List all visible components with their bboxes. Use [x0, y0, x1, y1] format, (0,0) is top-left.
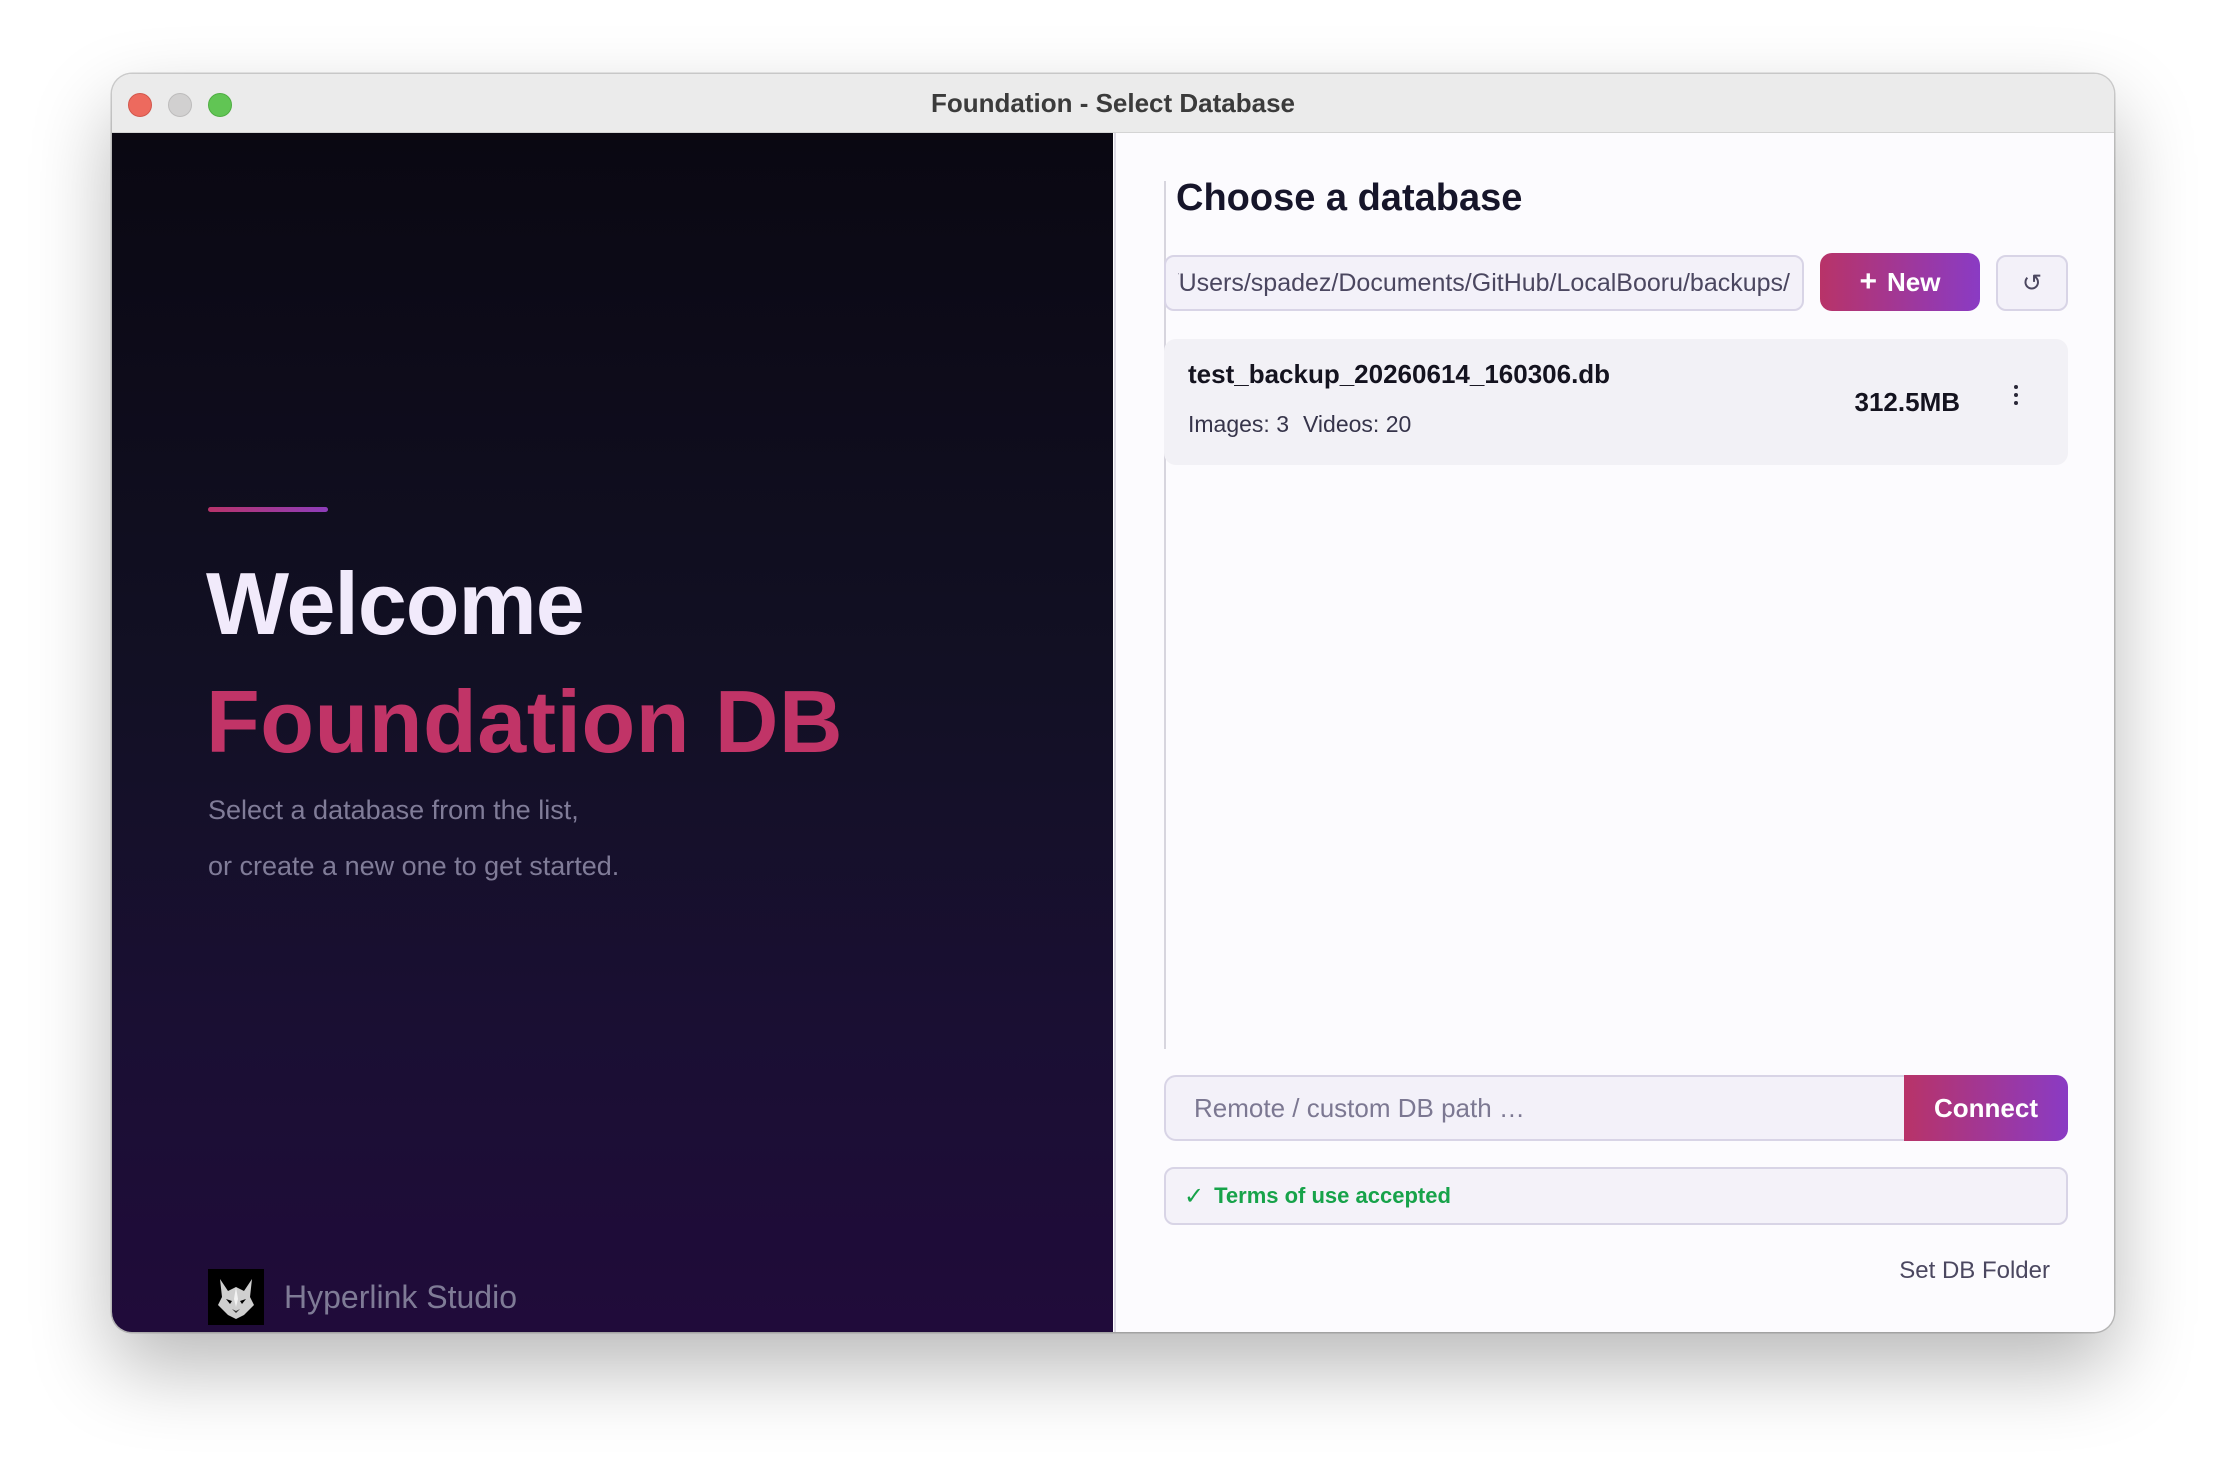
panel-heading: Choose a database [1176, 177, 1523, 219]
new-button-label: New [1887, 266, 1941, 297]
checkmark-icon: ✓ [1184, 1182, 1205, 1210]
brand-title: Foundation DB [206, 672, 844, 771]
connect-button[interactable]: Connect [1904, 1075, 2068, 1141]
welcome-heading: Welcome [206, 554, 585, 653]
title-bar: Foundation - Select Database [112, 74, 2114, 133]
remote-db-path-input[interactable] [1164, 1075, 1904, 1141]
terms-status: ✓ Terms of use accepted [1164, 1167, 2068, 1225]
list-divider [1164, 181, 1166, 1049]
new-database-button[interactable]: + New [1820, 253, 1980, 311]
subtitle-line-1: Select a database from the list, [208, 795, 579, 825]
terms-text: Terms of use accepted [1214, 1183, 1451, 1208]
database-stats: Images: 3 Videos: 20 [1188, 411, 1411, 438]
welcome-panel: Welcome Foundation DB Select a database … [112, 133, 1113, 1332]
db-folder-path-input[interactable] [1164, 255, 1804, 311]
database-panel: Choose a database + New ↺ test_backup_20… [1114, 133, 2114, 1332]
plus-icon: + [1859, 265, 1878, 298]
subtitle-line-2: or create a new one to get started. [208, 851, 620, 881]
studio-name: Hyperlink Studio [284, 1279, 517, 1315]
database-size: 312.5MB [1854, 387, 1961, 417]
wolf-logo-icon [208, 1269, 264, 1325]
set-db-folder-link[interactable]: Set DB Folder [1899, 1257, 2050, 1285]
accent-divider [208, 507, 328, 512]
app-window: Foundation - Select Database Welcome Fou… [112, 74, 2114, 1332]
database-images-count: Images: 3 [1188, 411, 1289, 437]
refresh-button[interactable]: ↺ [1996, 255, 2068, 311]
refresh-icon: ↺ [2021, 269, 2043, 297]
more-options-icon[interactable] [2004, 375, 2028, 415]
database-videos-count: Videos: 20 [1303, 411, 1412, 437]
database-name: test_backup_20260614_160306.db [1188, 359, 1611, 389]
window-title: Foundation - Select Database [930, 88, 1296, 118]
database-list-item[interactable]: test_backup_20260614_160306.db Images: 3… [1164, 339, 2068, 465]
